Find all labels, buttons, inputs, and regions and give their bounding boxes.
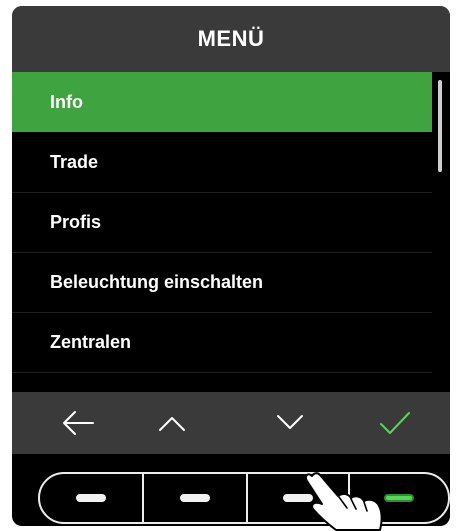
menu-item-beleuchtung[interactable]: Beleuchtung einschalten	[12, 252, 432, 313]
menu-item-label: Zentralen	[50, 331, 132, 352]
menu-item-label: Info	[50, 91, 83, 112]
arrow-left-icon	[63, 411, 94, 435]
hardware-button-back[interactable]	[40, 474, 142, 522]
navigation-bar	[12, 392, 450, 454]
menu-item-label: Profis	[50, 211, 102, 232]
pointing-hand-icon	[304, 472, 383, 531]
menu-item-trade[interactable]: Trade	[12, 132, 432, 193]
device-screen: MENÜ Info Trade Profis Beleuchtung einsc…	[12, 6, 450, 526]
confirm-button[interactable]	[365, 400, 425, 446]
up-button[interactable]	[142, 400, 202, 446]
chevron-down-icon	[277, 415, 303, 429]
menu-item-zentralen[interactable]: Zentralen	[12, 312, 432, 373]
menu-item-label: Trade	[50, 151, 99, 172]
menu-item-info[interactable]: Info	[12, 72, 432, 132]
back-button[interactable]	[48, 400, 108, 446]
scrollbar[interactable]	[438, 80, 442, 172]
menu-list: Info Trade Profis Beleuchtung einschalte…	[12, 72, 432, 392]
hardware-button-up[interactable]	[144, 474, 246, 522]
checkmark-icon	[380, 412, 410, 434]
button-indicator	[76, 494, 106, 502]
down-button[interactable]	[260, 400, 320, 446]
page-title: MENÜ	[197, 26, 265, 51]
menu-item-profis[interactable]: Profis	[12, 192, 432, 253]
device: MENÜ Info Trade Profis Beleuchtung einsc…	[0, 0, 461, 531]
menu-item-label: Beleuchtung einschalten	[50, 271, 264, 292]
button-indicator	[180, 494, 210, 502]
menu-header: MENÜ	[12, 6, 450, 72]
chevron-up-icon	[159, 417, 185, 431]
